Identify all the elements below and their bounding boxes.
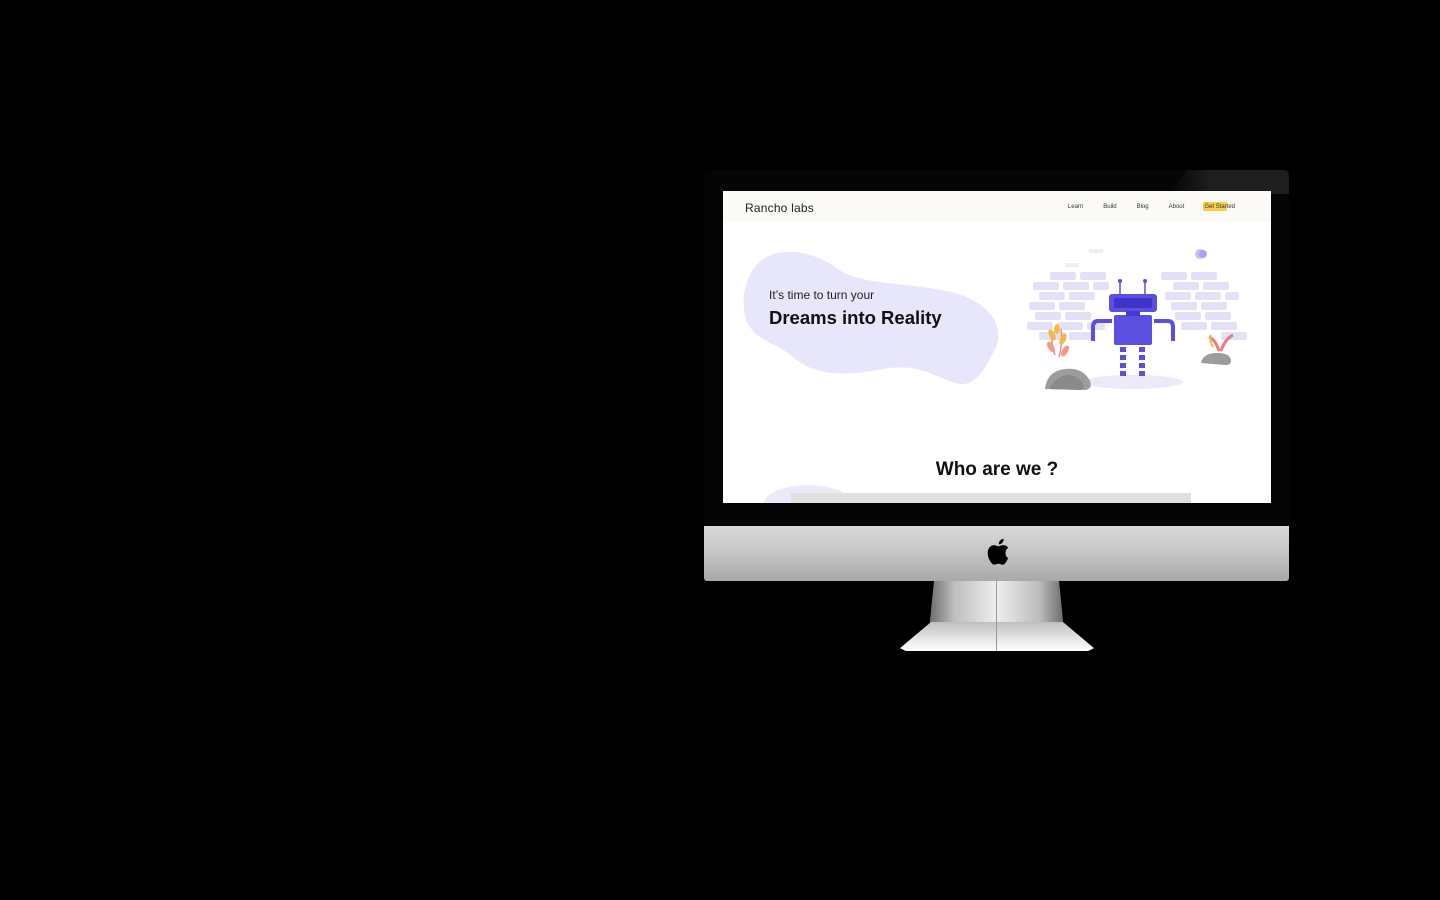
website-screen: Rancho labs Learn Build Blog About Get S… xyxy=(723,191,1271,503)
robot-illustration xyxy=(1027,249,1247,390)
monitor-chin xyxy=(704,526,1289,581)
nav-learn[interactable]: Learn xyxy=(1068,204,1083,210)
nav-blog[interactable]: Blog xyxy=(1137,204,1149,210)
brand-logo[interactable]: Rancho labs xyxy=(745,201,814,215)
nav-links: Learn Build Blog About Get Started xyxy=(1048,202,1235,211)
get-started-button[interactable]: Get Started xyxy=(1203,202,1235,211)
section-card xyxy=(791,493,1191,503)
navbar: Rancho labs Learn Build Blog About Get S… xyxy=(723,191,1271,222)
nav-about[interactable]: About xyxy=(1169,204,1185,210)
hero-title: Dreams into Reality xyxy=(769,307,942,328)
hero-kicker: It’s time to turn your xyxy=(769,288,875,302)
stand-seam xyxy=(996,581,997,651)
apple-logo-icon xyxy=(987,538,1009,565)
nav-build[interactable]: Build xyxy=(1103,204,1116,210)
stand-foot xyxy=(900,622,1094,651)
get-started-label: Get Started xyxy=(1204,204,1235,210)
monitor-bezel: Rancho labs Learn Build Blog About Get S… xyxy=(704,170,1289,526)
who-are-we-title: Who are we ? xyxy=(935,459,1059,480)
imac-mockup: Rancho labs Learn Build Blog About Get S… xyxy=(704,170,1289,652)
